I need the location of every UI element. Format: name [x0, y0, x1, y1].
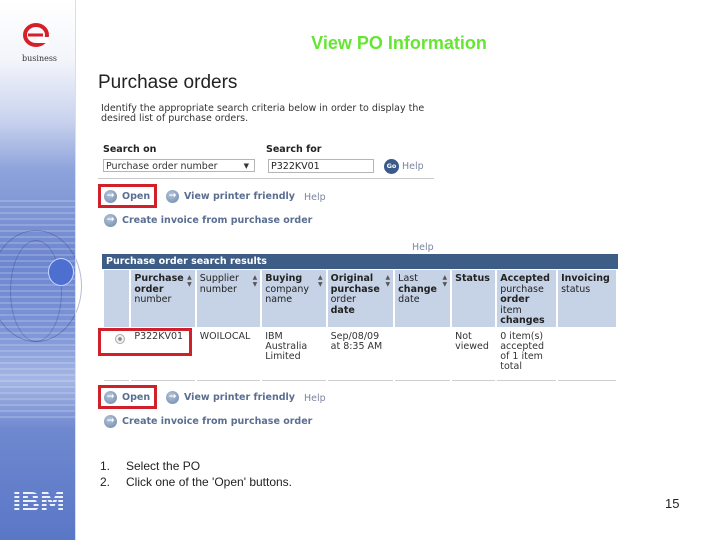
go-button[interactable]: Go: [384, 159, 399, 174]
search-divider: [98, 178, 434, 179]
decorative-sidebar: business IBM: [0, 0, 82, 540]
results-header-row: ▲ ▼ Purchase order number ▲ ▼ Supplier num…: [104, 270, 616, 327]
column-header-original-date[interactable]: ▲ ▼ Original purchase order date: [327, 270, 394, 327]
sidebar-divider: [75, 0, 76, 540]
create-invoice-button-top[interactable]: → Create invoice from purchase order: [104, 214, 312, 227]
step-item: 2. Click one of the 'Open' buttons.: [100, 475, 293, 489]
page-number: 15: [665, 496, 680, 511]
search-for-label: Search for: [266, 144, 322, 155]
page-title: Purchase orders: [98, 72, 238, 93]
ibm-logo: IBM: [12, 488, 65, 518]
globe-graphic-inner: [10, 240, 62, 342]
highlight-selected-po: [98, 328, 192, 356]
column-header-accepted-changes: Accepted purchase order item changes: [497, 270, 557, 327]
arrow-right-icon: →: [166, 391, 179, 404]
arrow-right-icon: →: [104, 415, 117, 428]
search-for-input[interactable]: P322KV01: [268, 159, 374, 173]
sort-arrows-icon[interactable]: ▲ ▼: [187, 274, 192, 288]
view-printer-friendly-label: View printer friendly: [184, 191, 295, 202]
results-header-bar: Purchase order search results: [102, 254, 618, 269]
column-header-supplier-number[interactable]: ▲ ▼ Supplier number: [196, 270, 261, 327]
search-on-label: Search on: [103, 144, 157, 155]
sort-arrows-icon[interactable]: ▲ ▼: [253, 274, 258, 288]
original-date-cell: Sep/08/09 at 8:35 AM: [327, 327, 394, 381]
results-help-link[interactable]: Help: [412, 242, 434, 253]
intro-text: Identify the appropriate search criteria…: [101, 103, 425, 124]
last-change-date-cell: [395, 327, 451, 381]
slide-title: View PO Information: [311, 33, 487, 53]
actions-help-link-top[interactable]: Help: [304, 192, 326, 203]
instruction-steps: 1. Select the PO 2. Click one of the 'Open…: [100, 458, 292, 490]
view-printer-friendly-button-top[interactable]: → View printer friendly: [166, 190, 295, 203]
arrow-right-icon: →: [166, 190, 179, 203]
sort-arrows-icon[interactable]: ▲ ▼: [443, 274, 448, 288]
highlight-open-bottom: [98, 385, 157, 409]
search-help-link[interactable]: Help: [402, 161, 424, 172]
column-header-po-number[interactable]: ▲ ▼ Purchase order number: [131, 270, 195, 327]
column-header-invoicing-status: Invoicing status: [558, 270, 616, 327]
accepted-changes-cell: 0 item(s) accepted of 1 item total: [497, 327, 557, 381]
create-invoice-label: Create invoice from purchase order: [122, 416, 313, 427]
status-cell: Not viewed: [452, 327, 496, 381]
create-invoice-label: Create invoice from purchase order: [122, 215, 313, 226]
select-column-header: [104, 270, 130, 327]
column-header-buying-company[interactable]: ▲ ▼ Buying company name: [262, 270, 326, 327]
buying-company-cell: IBM Australia Limited: [262, 327, 326, 381]
shopping-cart-icon: [48, 258, 74, 286]
create-invoice-button-bottom[interactable]: → Create invoice from purchase order: [104, 415, 312, 428]
supplier-number-cell: WOILOCAL: [196, 327, 261, 381]
sort-arrows-icon[interactable]: ▲ ▼: [318, 274, 323, 288]
dropdown-arrow-icon: ▼: [243, 162, 249, 170]
e-business-label: business: [22, 54, 58, 63]
column-header-last-change-date[interactable]: ▲ ▼ Last change date: [395, 270, 451, 327]
search-on-select[interactable]: Purchase order number ▼: [103, 159, 255, 172]
view-printer-friendly-button-bottom[interactable]: → View printer friendly: [166, 391, 295, 404]
sort-arrows-icon[interactable]: ▲ ▼: [386, 274, 391, 288]
step-item: 1. Select the PO: [100, 459, 201, 473]
column-header-status: Status: [452, 270, 496, 327]
highlight-open-top: [98, 184, 157, 208]
actions-help-link-bottom[interactable]: Help: [304, 393, 326, 404]
results-table: ▲ ▼ Purchase order number ▲ ▼ Supplier num…: [102, 270, 618, 381]
view-printer-friendly-label: View printer friendly: [184, 392, 295, 403]
search-on-value: Purchase order number: [106, 161, 218, 172]
arrow-right-icon: →: [104, 214, 117, 227]
invoicing-status-cell: [558, 327, 616, 381]
